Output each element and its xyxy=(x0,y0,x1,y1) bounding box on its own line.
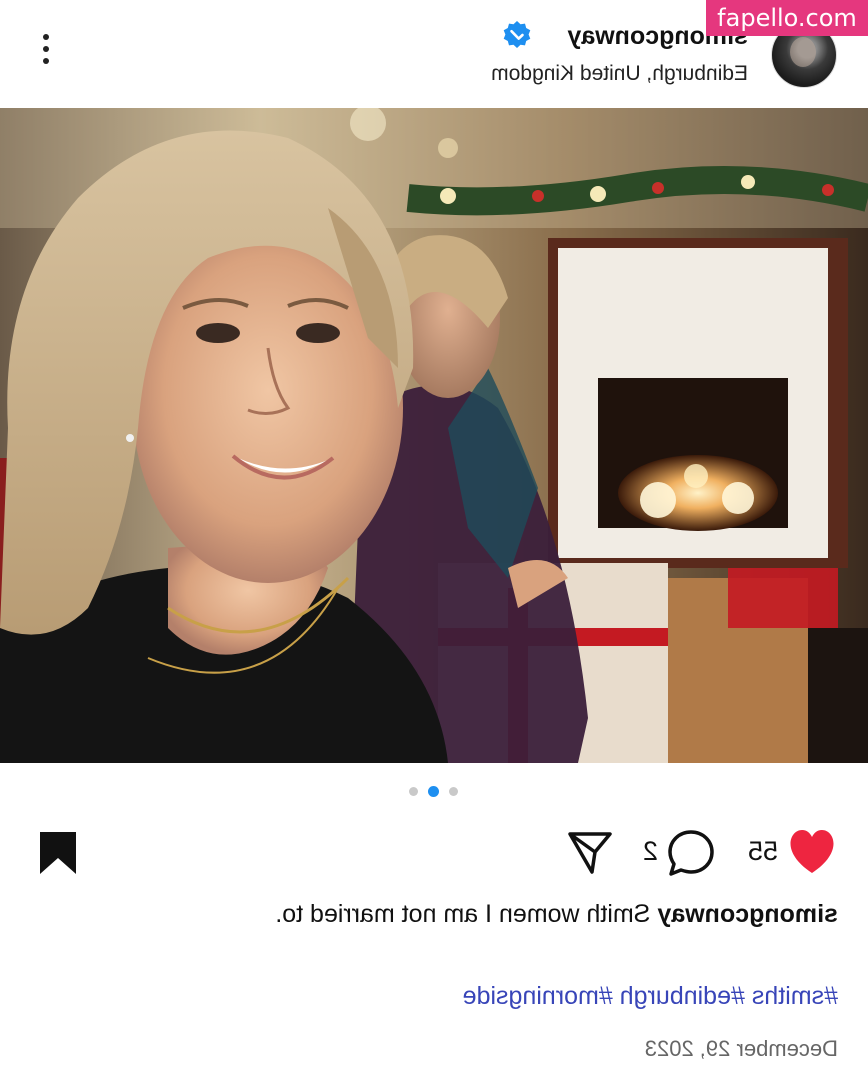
comment-count[interactable]: 2 xyxy=(643,836,658,867)
bookmark-icon[interactable] xyxy=(38,830,78,876)
more-options-icon[interactable] xyxy=(34,34,58,74)
caption-text: Smith women I am not married to. xyxy=(275,900,651,928)
carousel-indicator xyxy=(0,786,868,798)
hashtag-edinburgh[interactable]: #edinburgh xyxy=(620,982,745,1010)
carousel-dot[interactable] xyxy=(409,787,419,796)
post-location[interactable]: Edinburgh, United Kingdom xyxy=(491,62,748,86)
watermark: fapello.com xyxy=(706,0,868,36)
post-caption: simongconwaySmith women I am not married… xyxy=(18,900,838,929)
post-photo[interactable] xyxy=(0,108,868,763)
heart-icon[interactable] xyxy=(786,828,838,876)
hashtag-smiths[interactable]: #smiths xyxy=(752,982,838,1010)
post-actions: 55 2 xyxy=(0,820,868,886)
hashtag-list: #smiths#edinburgh#morningside xyxy=(456,982,838,1011)
verified-badge-icon xyxy=(503,21,531,48)
post-view: simongconway Edinburgh, United Kingdom 5… xyxy=(0,0,868,1080)
share-icon[interactable] xyxy=(566,830,614,876)
caption-author[interactable]: simongconway xyxy=(657,900,838,928)
carousel-dot-active[interactable] xyxy=(428,786,440,797)
like-count[interactable]: 55 xyxy=(748,836,778,867)
hashtag-morningside[interactable]: #morningside xyxy=(463,982,613,1010)
comment-icon[interactable] xyxy=(666,828,716,878)
post-date: December 29, 2023 xyxy=(644,1036,838,1061)
photo-image xyxy=(0,108,868,763)
carousel-dot[interactable] xyxy=(449,787,459,796)
